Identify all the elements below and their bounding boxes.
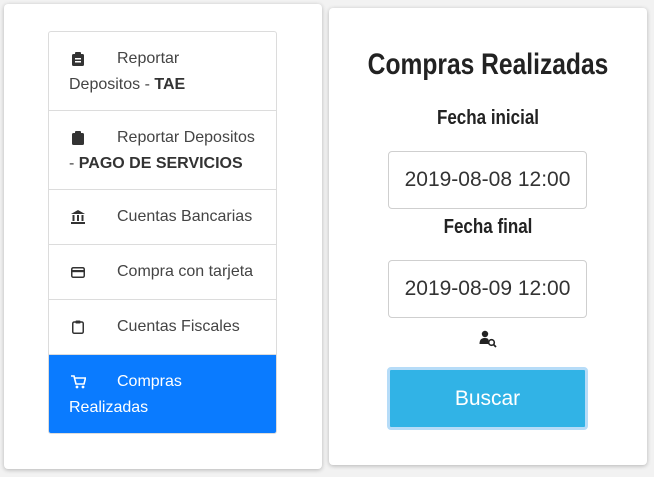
clipboard-list-icon bbox=[70, 51, 86, 67]
sidebar-item-reportar-depositos-servicios[interactable]: Reportar Depositos - PAGO DE SERVICIOS bbox=[49, 111, 276, 190]
sidebar-item-label: Cuentas Fiscales bbox=[117, 318, 240, 335]
start-date-input[interactable] bbox=[388, 151, 587, 209]
sidebar-item-label-bold: TAE bbox=[154, 76, 186, 93]
sidebar-menu: Reportar Depositos - TAE Reportar Deposi… bbox=[48, 31, 277, 434]
sidebar-item-label: Compra con tarjeta bbox=[117, 263, 254, 280]
user-search-icon bbox=[479, 330, 497, 348]
clipboard-outline-icon bbox=[70, 319, 86, 335]
sidebar-item-label: Reportar Depositos bbox=[117, 129, 255, 146]
end-date-label: Fecha final bbox=[443, 216, 533, 238]
sidebar-card: Reportar Depositos - TAE Reportar Deposi… bbox=[4, 4, 322, 469]
start-date-label: Fecha inicial bbox=[436, 107, 540, 129]
cart-icon bbox=[70, 374, 86, 390]
sidebar-item-reportar-depositos-tae[interactable]: Reportar Depositos - TAE bbox=[49, 32, 276, 111]
sidebar-item-label: Reportar bbox=[117, 50, 180, 67]
sidebar-item-label: Depositos - bbox=[69, 76, 155, 93]
sidebar-item-label: Compras bbox=[117, 373, 182, 390]
compras-panel: Compras Realizadas Fecha inicial Fecha f… bbox=[329, 8, 647, 465]
bank-icon bbox=[70, 209, 86, 225]
sidebar-item-cuentas-fiscales[interactable]: Cuentas Fiscales bbox=[49, 300, 276, 355]
credit-card-icon bbox=[70, 264, 86, 280]
sidebar-item-label: Cuentas Bancarias bbox=[117, 208, 253, 225]
sidebar-item-label-bold: PAGO DE SERVICIOS bbox=[78, 155, 243, 172]
page-title: Compras Realizadas bbox=[367, 48, 609, 81]
clipboard-icon bbox=[70, 130, 86, 146]
sidebar-item-label: - bbox=[69, 155, 79, 172]
sidebar-item-cuentas-bancarias[interactable]: Cuentas Bancarias bbox=[49, 190, 276, 245]
search-button[interactable]: Buscar bbox=[387, 367, 588, 430]
sidebar-item-label: Realizadas bbox=[69, 399, 149, 416]
sidebar-item-compras-realizadas[interactable]: Compras Realizadas bbox=[49, 355, 276, 433]
sidebar-item-compra-tarjeta[interactable]: Compra con tarjeta bbox=[49, 245, 276, 300]
end-date-input[interactable] bbox=[388, 260, 587, 318]
